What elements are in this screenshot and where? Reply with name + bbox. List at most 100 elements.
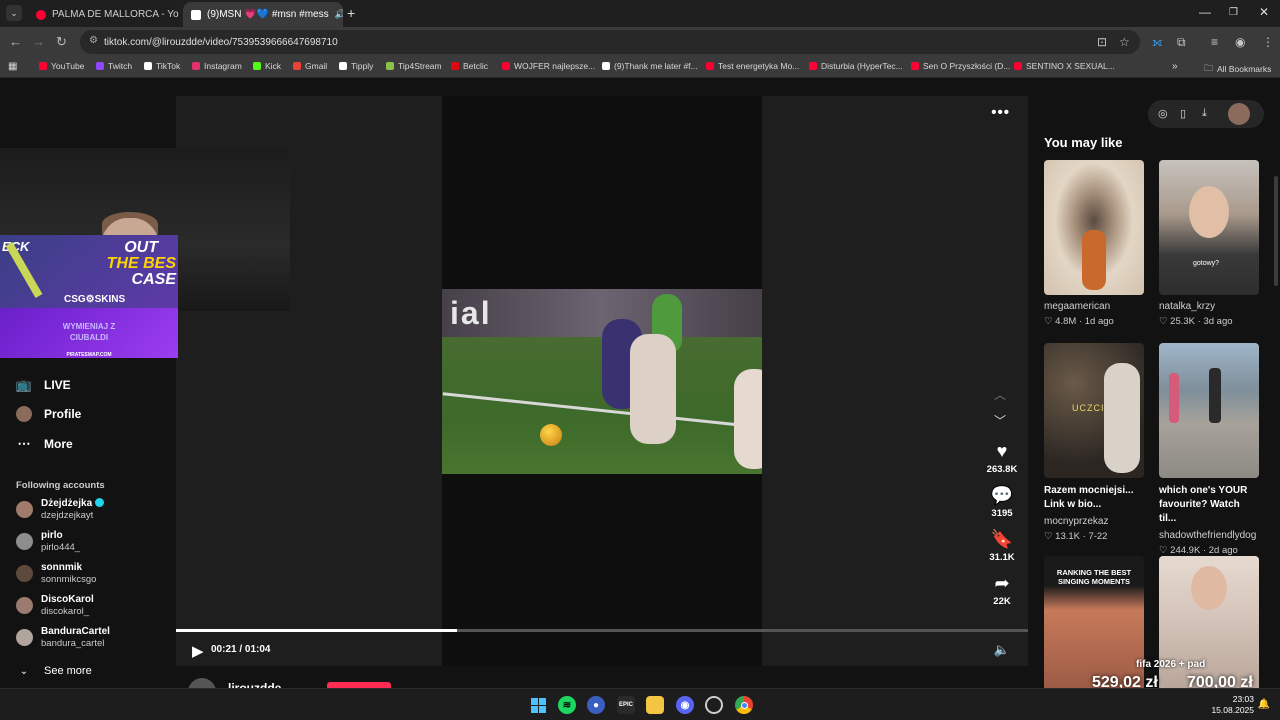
compass-icon[interactable]: ◎ xyxy=(1158,107,1168,120)
bookmark-test-energetyka[interactable]: Test energetyka Mo... xyxy=(706,61,799,71)
chrome-icon[interactable] xyxy=(735,696,753,714)
see-more-button[interactable]: ⌄ See more xyxy=(16,663,92,679)
recommended-video[interactable]: gotowy? natalka_krzy ♡ 25.3K · 3d ago xyxy=(1159,160,1259,327)
profile-icon[interactable]: ◉ xyxy=(1235,35,1245,49)
tab-youtube[interactable]: PALMA DE MALLORCA - Yo 🔊 ✕ xyxy=(28,2,181,27)
tab-search-button[interactable]: ⌄ xyxy=(6,5,22,21)
bookmark-label: TikTok xyxy=(156,61,181,71)
youtube-icon xyxy=(809,62,817,70)
comment-button[interactable]: 💬 3195 xyxy=(976,485,1028,519)
author-avatar[interactable] xyxy=(188,678,216,688)
bookmark-star-icon[interactable]: ☆ xyxy=(1119,35,1130,49)
sidebar-item-live[interactable]: 📺 LIVE xyxy=(16,377,71,393)
bookmark-gmail[interactable]: Gmail xyxy=(293,61,327,71)
speaker-icon[interactable]: 🔊 xyxy=(335,9,343,20)
bookmark-label: Gmail xyxy=(305,61,328,71)
bookmark-betclic[interactable]: Betclic xyxy=(451,61,488,71)
bookmark-sentino[interactable]: SENTINO X SEXUAL... xyxy=(1014,61,1115,71)
menu-icon[interactable]: ⋮ xyxy=(1262,35,1274,49)
epic-games-icon[interactable]: EPIC xyxy=(617,696,635,714)
stadium-ad-board: ial xyxy=(442,289,762,337)
pitch-line xyxy=(442,392,762,429)
scrollbar[interactable] xyxy=(1274,176,1278,286)
bookmark-thank-me-later[interactable]: (9)Thank me later #f... xyxy=(602,61,698,71)
like-count: 4.8M xyxy=(1055,316,1077,327)
bookmark-youtube[interactable]: YouTube xyxy=(39,61,84,71)
apps-icon[interactable]: ▦ xyxy=(8,61,17,72)
forward-icon[interactable]: → xyxy=(32,34,45,49)
time-display: 00:21 / 01:04 xyxy=(211,644,271,655)
sidebar-item-more[interactable]: ⋯ More xyxy=(16,436,73,452)
tab-tiktok[interactable]: (9)MSN 💗💙 #msn #mess 🔊 ✕ xyxy=(183,2,343,27)
minimize-icon[interactable]: — xyxy=(1199,5,1211,19)
share-button[interactable]: ➦ 22K xyxy=(976,573,1028,607)
betclic-icon xyxy=(451,62,459,70)
bookmark-twitch[interactable]: Twitch xyxy=(96,61,132,71)
following-account-banduracartel[interactable]: BanduraCartel bandura_cartel xyxy=(16,626,110,650)
bookmark-disturbia[interactable]: Disturbia (HyperTec... xyxy=(809,61,903,71)
discord-icon[interactable]: ◉ xyxy=(676,696,694,714)
account-handle: dzejdzejkayt xyxy=(41,510,94,521)
bookmark-tiktok[interactable]: TikTok xyxy=(144,61,180,71)
ad-line: THE BES xyxy=(106,255,176,272)
file-explorer-icon[interactable] xyxy=(646,696,664,714)
volume-icon[interactable]: 🔈 xyxy=(994,642,1010,658)
system-clock[interactable]: 23:03 15.08.2025 xyxy=(1211,694,1254,716)
chevron-down-icon: ⌄ xyxy=(19,665,29,677)
spotify-icon[interactable]: ≋ xyxy=(558,696,576,714)
recommended-video[interactable]: UCZCIWA Razem mocniejsi... Link w bio...… xyxy=(1044,343,1144,542)
media-control-icon[interactable]: ≡ xyxy=(1211,35,1218,49)
bookmark-wojfer[interactable]: WOJFER najlepsze... xyxy=(502,61,595,71)
app-icon[interactable]: ● xyxy=(587,696,605,714)
like-button[interactable]: ♥ 263.8K xyxy=(976,441,1028,475)
recommended-video[interactable]: megaamerican ♡ 4.8M · 1d ago xyxy=(1044,160,1144,327)
bookmark-tip4stream[interactable]: Tip4Stream xyxy=(386,61,442,71)
phone-icon[interactable]: ▯ xyxy=(1180,107,1186,120)
bookmark-label: Kick xyxy=(265,61,282,71)
instagram-icon xyxy=(192,62,200,70)
bookmark-instagram[interactable]: Instagram xyxy=(192,61,242,71)
sidebar-item-label: LIVE xyxy=(44,378,71,392)
following-account-dzejdzejka[interactable]: Dżejdżejka dzejdzejkayt xyxy=(16,498,105,522)
restore-icon[interactable]: ❐ xyxy=(1229,7,1238,18)
bookmark-sen-o-przyszlosci[interactable]: Sen O Przyszłości (D... xyxy=(911,61,1010,71)
close-window-icon[interactable]: ✕ xyxy=(1259,5,1269,19)
install-app-icon[interactable]: ⊡ xyxy=(1097,35,1107,49)
following-account-discokarol[interactable]: DiscoKarol discokarol_ xyxy=(16,594,94,618)
all-bookmarks[interactable]: 🗀 All Bookmarks xyxy=(1204,61,1271,77)
following-account-sonnmik[interactable]: sonnmik sonnmikcsgo xyxy=(16,562,96,586)
new-tab-button[interactable]: + xyxy=(347,5,355,21)
windows-start-icon[interactable] xyxy=(529,696,547,714)
notification-bell-icon[interactable]: 🔔 xyxy=(1258,699,1270,710)
folder-icon: 🗀 xyxy=(1204,63,1214,73)
bookmarks-overflow-icon[interactable]: » xyxy=(1172,61,1178,72)
profile-avatar-icon[interactable] xyxy=(1228,103,1250,125)
following-account-pirlo[interactable]: pirlo pirlo444_ xyxy=(16,530,80,554)
back-icon[interactable]: ← xyxy=(9,34,22,49)
sidebar-item-profile[interactable]: Profile xyxy=(16,406,81,422)
site-info-icon[interactable]: ⚙ xyxy=(89,35,98,46)
bookmark-kick[interactable]: Kick xyxy=(253,61,281,71)
address-bar[interactable]: ⚙ tiktok.com/@lirouzdde/video/7539539666… xyxy=(80,30,1140,54)
download-icon[interactable]: ⤓ xyxy=(1202,107,1207,120)
previous-video-icon[interactable]: ︿ xyxy=(994,386,1006,403)
bookmarks-bar: ▦ YouTube Twitch TikTok Instagram Kick G… xyxy=(0,57,1280,78)
video-progress-bar[interactable] xyxy=(176,629,1028,632)
video-caption: which one's YOUR favourite? Watch til... xyxy=(1159,485,1248,524)
video-frame[interactable]: ial xyxy=(442,289,762,474)
thumbnail-overlay-text: RANKING THE BEST SINGING MOMENTS xyxy=(1056,568,1132,586)
recommended-video[interactable]: which one's YOUR favourite? Watch til...… xyxy=(1159,343,1259,556)
reload-icon[interactable]: ↻ xyxy=(56,34,67,50)
product-name: fifa 2026 + pad xyxy=(1136,659,1206,670)
play-icon[interactable]: ▶ xyxy=(192,642,204,660)
next-video-icon[interactable]: ﹀ xyxy=(994,412,1006,429)
more-options-icon[interactable]: ••• xyxy=(991,104,1010,121)
bookmark-tipply[interactable]: Tipply xyxy=(339,61,373,71)
heart-outline-icon: ♡ xyxy=(1044,316,1053,327)
extension-icon[interactable]: ⟗ xyxy=(1152,35,1163,50)
save-button[interactable]: 🔖 31.1K xyxy=(976,529,1028,563)
tool-icon[interactable] xyxy=(705,696,723,714)
extensions-puzzle-icon[interactable]: ⧉ xyxy=(1177,35,1186,50)
author-name[interactable]: lirouzdde xyxy=(228,681,281,688)
football-icon xyxy=(540,424,562,446)
